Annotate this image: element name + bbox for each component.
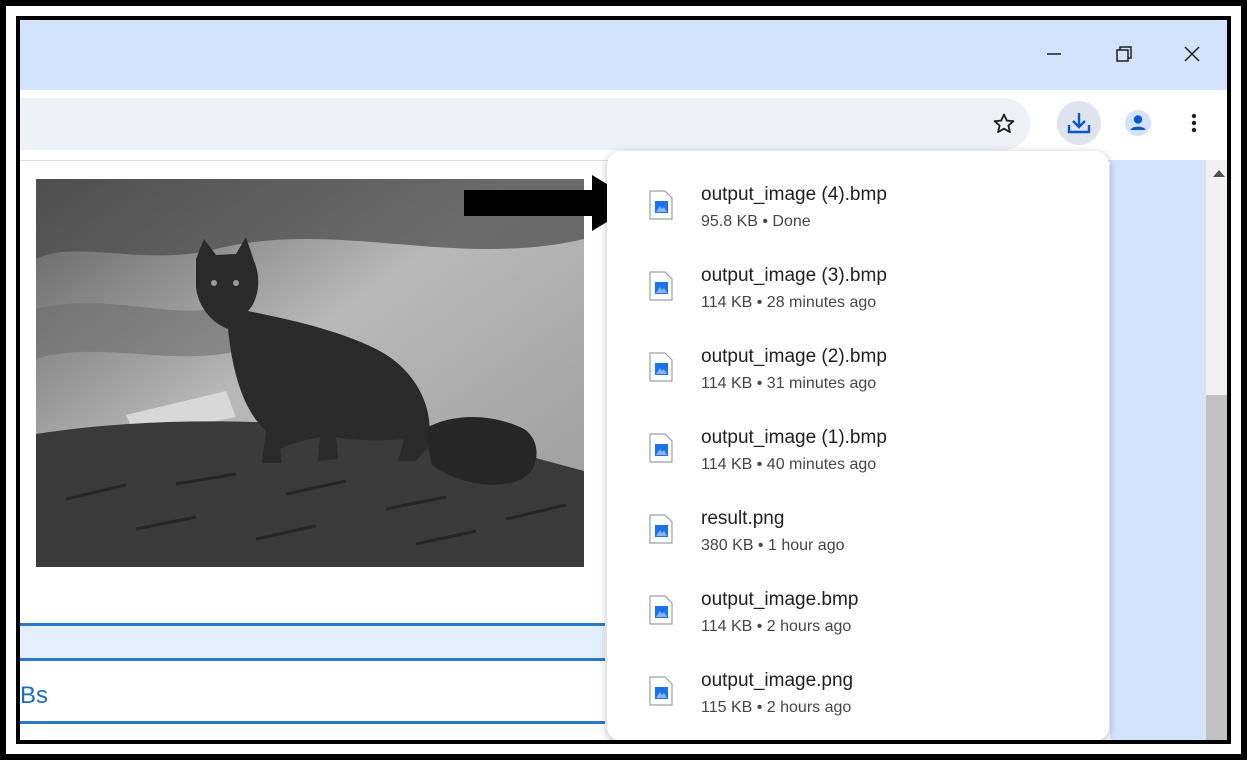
menu-button[interactable] xyxy=(1172,101,1216,145)
image-file-icon xyxy=(649,271,673,301)
download-file-name: output_image.bmp xyxy=(701,589,859,610)
image-file-icon xyxy=(649,676,673,706)
download-item[interactable]: output_image.png 115 KB • 2 hours ago xyxy=(607,649,1109,730)
download-file-status: 380 KB • 1 hour ago xyxy=(701,537,845,554)
image-file-icon xyxy=(649,514,673,544)
downloads-panel: output_image (4).bmp 95.8 KB • Done outp… xyxy=(607,151,1109,740)
restore-icon xyxy=(1116,46,1132,62)
download-file-name: output_image (3).bmp xyxy=(701,265,887,286)
browser-window: Bs output_image (4).bmp 95.8 KB • Done o… xyxy=(16,16,1231,744)
download-file-name: result.png xyxy=(701,508,785,529)
download-item[interactable]: output_image (2).bmp 114 KB • 31 minutes… xyxy=(607,325,1109,406)
divider-line xyxy=(20,721,605,724)
download-file-name: output_image (4).bmp xyxy=(701,184,887,205)
content-band xyxy=(20,624,605,660)
image-file-icon xyxy=(649,352,673,382)
download-file-status: 95.8 KB • Done xyxy=(701,213,811,230)
scroll-up-arrow-icon[interactable] xyxy=(1213,170,1225,177)
star-outline-icon xyxy=(993,113,1015,134)
download-file-status: 114 KB • 2 hours ago xyxy=(701,618,852,635)
browser-toolbar xyxy=(20,90,1227,160)
download-file-name: output_image (2).bmp xyxy=(701,346,887,367)
download-item[interactable]: output_image.bmp 114 KB • 2 hours ago xyxy=(607,568,1109,649)
download-item[interactable]: output_image (1).bmp 114 KB • 40 minutes… xyxy=(607,406,1109,487)
vertical-scrollbar[interactable] xyxy=(1206,160,1227,740)
restore-button[interactable] xyxy=(1102,36,1146,72)
image-file-icon xyxy=(649,190,673,220)
title-bar xyxy=(20,20,1227,90)
scroll-thumb[interactable] xyxy=(1206,395,1227,740)
download-item[interactable]: result.png 380 KB • 1 hour ago xyxy=(607,487,1109,568)
minimize-icon xyxy=(1047,53,1061,55)
profile-button[interactable] xyxy=(1116,101,1160,145)
download-icon xyxy=(1067,113,1091,134)
page-right-area xyxy=(1110,160,1206,740)
divider-line xyxy=(20,658,605,661)
close-button[interactable] xyxy=(1170,36,1214,72)
download-file-status: 115 KB • 2 hours ago xyxy=(701,699,852,716)
downloads-button[interactable] xyxy=(1057,101,1101,145)
close-icon xyxy=(1184,46,1200,62)
download-file-status: 114 KB • 31 minutes ago xyxy=(701,375,877,392)
download-item[interactable]: output_image (4).bmp 95.8 KB • Done xyxy=(607,163,1109,244)
download-file-status: 114 KB • 40 minutes ago xyxy=(701,456,877,473)
download-file-name: output_image.png xyxy=(701,670,854,691)
image-file-icon xyxy=(649,595,673,625)
image-file-icon xyxy=(649,433,673,463)
person-icon xyxy=(1125,110,1151,136)
minimize-button[interactable] xyxy=(1032,36,1076,72)
divider-line xyxy=(20,623,605,626)
download-file-name: output_image (1).bmp xyxy=(701,427,887,448)
address-bar[interactable] xyxy=(20,98,1030,150)
kebab-menu-icon xyxy=(1191,113,1197,133)
partial-link-text[interactable]: Bs xyxy=(20,682,48,710)
download-item[interactable]: output_image (3).bmp 114 KB • 28 minutes… xyxy=(607,244,1109,325)
download-file-status: 114 KB • 28 minutes ago xyxy=(701,294,877,311)
bookmark-button[interactable] xyxy=(982,102,1026,146)
